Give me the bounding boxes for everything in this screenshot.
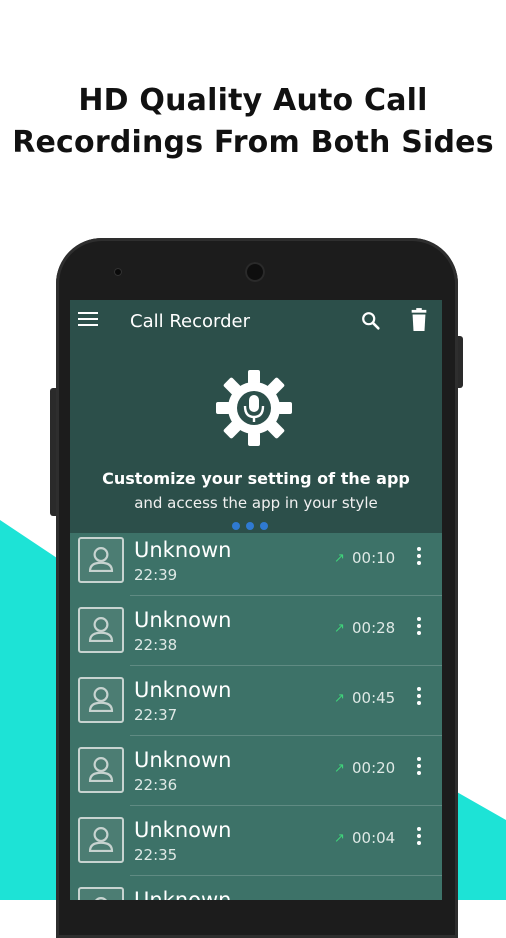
outgoing-call-icon: ↗: [334, 621, 345, 636]
phone-screen: Call Recorder Customize your setting of …: [70, 300, 442, 900]
headline-line-1: HD Quality Auto Call: [78, 83, 428, 118]
list-item[interactable]: Unknown 22:35 ↗ 00:04: [70, 813, 442, 883]
more-options-icon[interactable]: [414, 617, 424, 639]
call-duration: 00:20: [352, 759, 396, 777]
list-item[interactable]: Unknown: [70, 883, 442, 900]
search-icon[interactable]: [360, 310, 382, 332]
more-options-icon[interactable]: [414, 757, 424, 779]
divider: [130, 805, 442, 806]
headline-line-2: Recordings From Both Sides: [12, 125, 494, 160]
contact-avatar-icon: [78, 747, 124, 793]
hamburger-menu-icon[interactable]: [78, 312, 98, 328]
banner-title: Customize your setting of the app: [102, 469, 410, 488]
more-options-icon[interactable]: [414, 827, 424, 849]
pager-dots: [232, 517, 278, 530]
divider: [130, 595, 442, 596]
outgoing-call-icon: ↗: [334, 691, 345, 706]
list-item[interactable]: Unknown 22:38 ↗ 00:28: [70, 603, 442, 673]
earpiece-speaker: [245, 262, 265, 282]
call-time: 22:39: [134, 566, 178, 584]
divider: [130, 735, 442, 736]
list-item[interactable]: Unknown 22:39 ↗ 00:10: [70, 533, 442, 603]
contact-avatar-icon: [78, 537, 124, 583]
contact-avatar-icon: [78, 677, 124, 723]
trash-icon[interactable]: [408, 308, 430, 332]
contact-name: Unknown: [134, 538, 232, 562]
gear-microphone-icon: [216, 370, 292, 446]
app-bar: Call Recorder: [70, 300, 442, 344]
promo-headline: HD Quality Auto Call Recordings From Bot…: [0, 80, 506, 164]
contact-avatar-icon: [78, 607, 124, 653]
divider: [130, 665, 442, 666]
front-camera: [114, 268, 122, 276]
more-options-icon[interactable]: [414, 687, 424, 709]
call-duration: 00:10: [352, 549, 396, 567]
more-options-icon[interactable]: [414, 547, 424, 569]
outgoing-call-icon: ↗: [334, 761, 345, 776]
call-duration: 00:45: [352, 689, 396, 707]
list-item[interactable]: Unknown 22:37 ↗ 00:45: [70, 673, 442, 743]
call-time: 22:36: [134, 776, 178, 794]
call-time: 22:38: [134, 636, 178, 654]
contact-avatar-icon: [78, 817, 124, 863]
call-duration: 00:28: [352, 619, 396, 637]
settings-banner[interactable]: Customize your setting of the app and ac…: [70, 344, 442, 533]
contact-name: Unknown: [134, 748, 232, 772]
contact-name: Unknown: [134, 888, 232, 900]
contact-name: Unknown: [134, 678, 232, 702]
banner-subtitle: and access the app in your style: [134, 494, 378, 512]
app-title: Call Recorder: [130, 311, 250, 332]
outgoing-call-icon: ↗: [334, 831, 345, 846]
call-time: 22:35: [134, 846, 178, 864]
call-duration: 00:04: [352, 829, 396, 847]
contact-avatar-icon: [78, 887, 124, 900]
list-item[interactable]: Unknown 22:36 ↗ 00:20: [70, 743, 442, 813]
contact-name: Unknown: [134, 608, 232, 632]
call-time: 22:37: [134, 706, 178, 724]
divider: [130, 875, 442, 876]
contact-name: Unknown: [134, 818, 232, 842]
outgoing-call-icon: ↗: [334, 551, 345, 566]
